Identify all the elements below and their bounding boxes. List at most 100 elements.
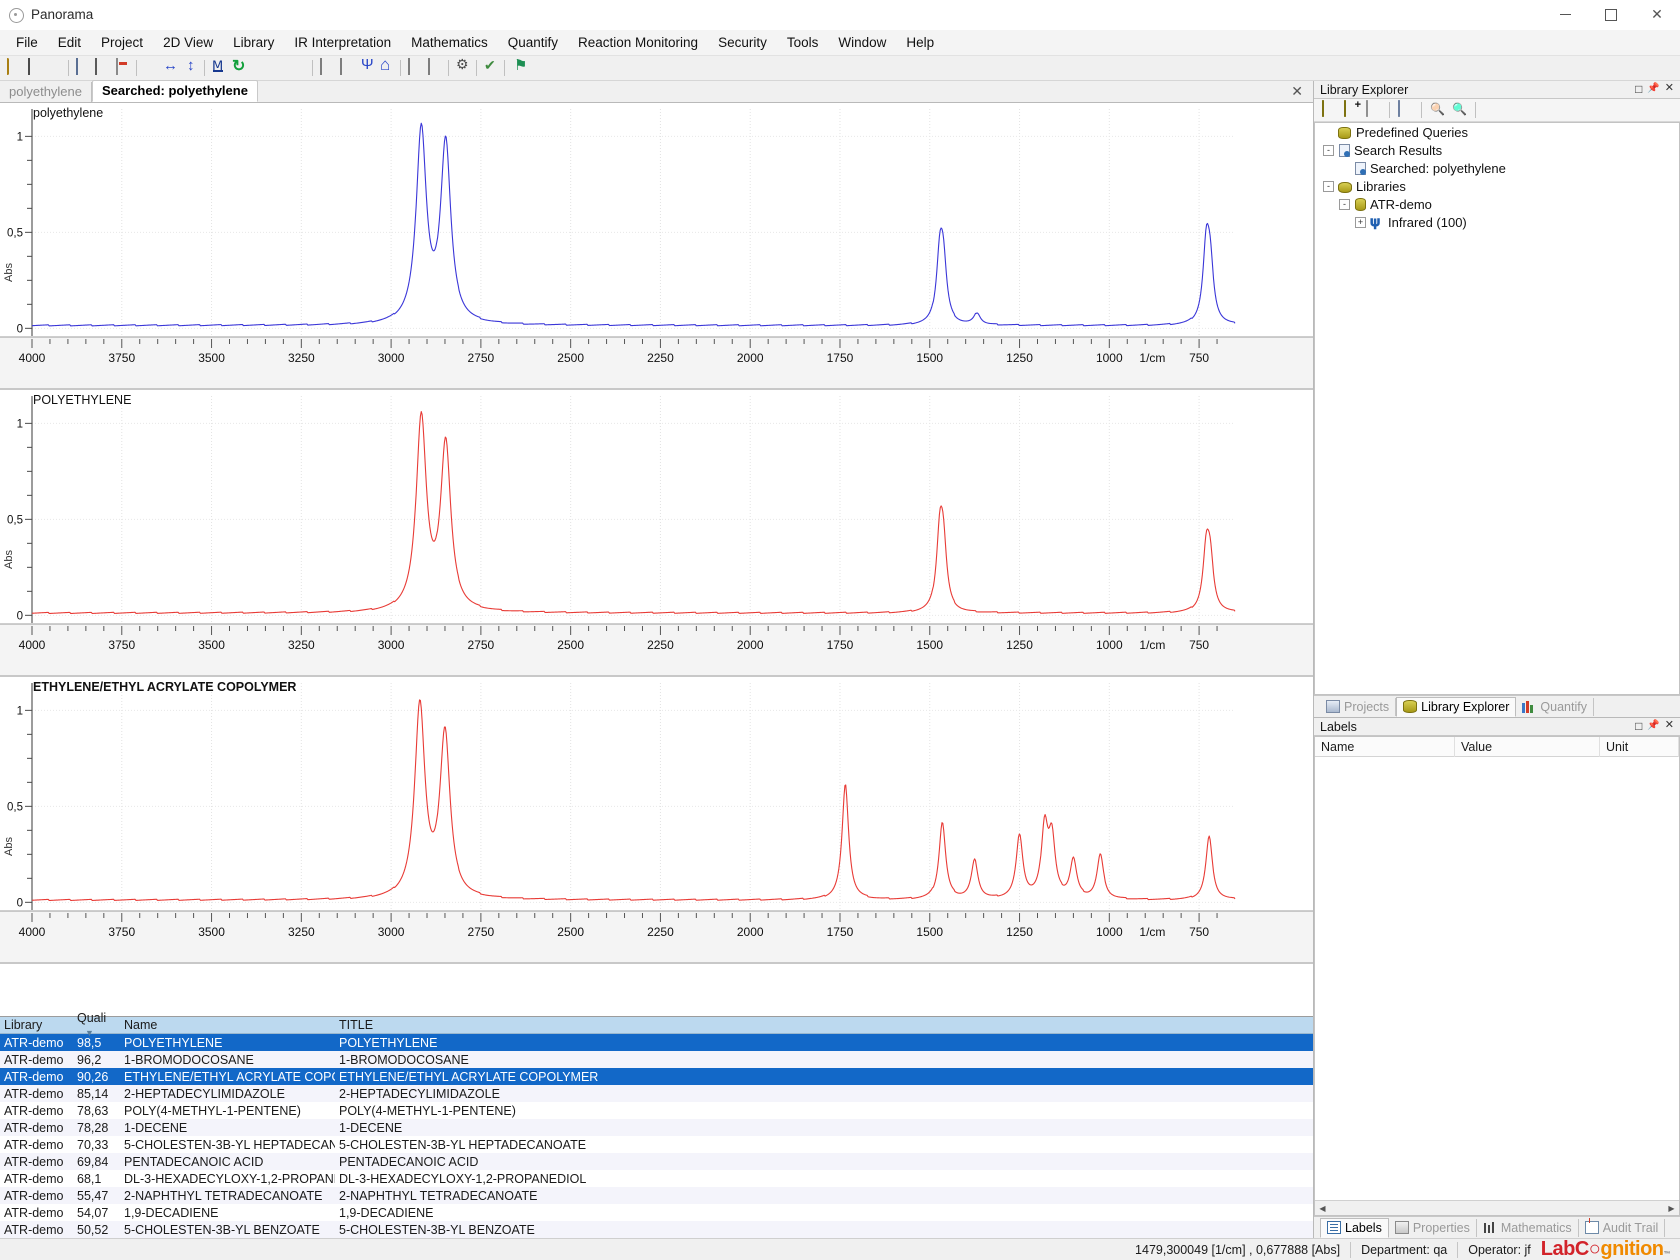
menu-item-security[interactable]: Security xyxy=(708,32,777,53)
menu-item-help[interactable]: Help xyxy=(896,32,944,53)
table-row[interactable]: ATR-demo78,63POLY(4-METHYL-1-PENTENE)POL… xyxy=(0,1102,1313,1119)
grid-2-icon[interactable] xyxy=(425,59,444,78)
maximize-button[interactable] xyxy=(1588,0,1634,30)
tree-item-atr-demo[interactable]: -ATR-demo xyxy=(1315,195,1679,213)
labels-horizontal-scrollbar[interactable]: ◀ ▶ xyxy=(1315,1200,1679,1215)
menu-item-library[interactable]: Library xyxy=(223,32,284,53)
minimize-button[interactable] xyxy=(1542,0,1588,30)
table-row[interactable]: ATR-demo96,21-BROMODOCOSANE1-BROMODOCOSA… xyxy=(0,1051,1313,1068)
remove-library-icon[interactable] xyxy=(1364,101,1383,120)
tree-expander-icon[interactable]: - xyxy=(1339,199,1350,210)
table-row[interactable]: ATR-demo55,472-NAPHTHYL TETRADECANOATE2-… xyxy=(0,1187,1313,1204)
print-preview-icon[interactable] xyxy=(73,59,92,78)
spectrum-compare-3-icon[interactable] xyxy=(289,59,308,78)
zoom-horizontal-icon[interactable] xyxy=(161,59,180,78)
grid-1-icon[interactable] xyxy=(405,59,424,78)
labels-restore-icon[interactable] xyxy=(1635,720,1642,733)
scroll-left-icon[interactable]: ◀ xyxy=(1315,1204,1330,1213)
tree-item-searched-polyethylene[interactable]: Searched: polyethylene xyxy=(1315,159,1679,177)
print-icon[interactable] xyxy=(93,59,112,78)
tree-expander-icon[interactable]: - xyxy=(1323,145,1334,156)
menu-item-project[interactable]: Project xyxy=(91,32,153,53)
tree-item-libraries[interactable]: -Libraries xyxy=(1315,177,1679,195)
search-library-icon[interactable] xyxy=(1428,101,1447,120)
psi-icon[interactable] xyxy=(357,59,376,78)
peak-pick-icon[interactable] xyxy=(209,59,228,78)
tree-item-infrared-100[interactable]: +Infrared (100) xyxy=(1315,213,1679,231)
validate-check-icon[interactable] xyxy=(481,59,500,78)
settings-gear-icon[interactable] xyxy=(453,59,472,78)
add-library-icon[interactable] xyxy=(1342,101,1361,120)
tree-item-search-results[interactable]: -Search Results xyxy=(1315,141,1679,159)
menu-item-quantify[interactable]: Quantify xyxy=(498,32,568,53)
tab-polyethylene[interactable]: polyethylene xyxy=(0,82,92,102)
column-header-title[interactable]: TITLE xyxy=(335,1018,1313,1032)
column-header-library[interactable]: Library xyxy=(0,1018,73,1032)
spectrum-3-plot[interactable]: 10,5040003750350032503000275025002250200… xyxy=(0,677,1313,964)
tab-properties[interactable]: Properties xyxy=(1389,1219,1477,1237)
layout-single-icon[interactable] xyxy=(317,59,336,78)
library-explorer-restore-icon[interactable] xyxy=(1635,83,1642,96)
tab-library-explorer[interactable]: Library Explorer xyxy=(1396,697,1516,717)
labels-column-unit[interactable]: Unit xyxy=(1600,737,1679,757)
tree-expander-icon[interactable]: - xyxy=(1323,181,1334,192)
table-row[interactable]: ATR-demo68,1DL-3-HEXADECYLOXY-1,2-PROPAN… xyxy=(0,1170,1313,1187)
table-row[interactable]: ATR-demo54,071,9-DECADIENE1,9-DECADIENE xyxy=(0,1204,1313,1221)
spectrum-compare-2-icon[interactable] xyxy=(269,59,288,78)
menu-item-edit[interactable]: Edit xyxy=(48,32,91,53)
flag-icon[interactable] xyxy=(509,59,528,78)
table-row[interactable]: ATR-demo69,84PENTADECANOIC ACIDPENTADECA… xyxy=(0,1153,1313,1170)
new-library-icon[interactable] xyxy=(1320,101,1339,120)
table-row[interactable]: ATR-demo98,5POLYETHYLENEPOLYETHYLENE xyxy=(0,1034,1313,1051)
labels-pin-icon[interactable] xyxy=(1647,720,1659,733)
labels-grid[interactable]: Name Value Unit ◀ ▶ xyxy=(1314,736,1680,1216)
open-file-icon[interactable] xyxy=(5,59,24,78)
menu-item-ir-interpretation[interactable]: IR Interpretation xyxy=(284,32,401,53)
recalculate-icon[interactable] xyxy=(229,59,248,78)
tab-projects[interactable]: Projects xyxy=(1320,698,1396,716)
spectrum-chart-2[interactable]: POLYETHYLENE Abs 10,50400037503500325030… xyxy=(0,390,1313,677)
labels-column-value[interactable]: Value xyxy=(1455,737,1600,757)
library-explorer-pin-icon[interactable] xyxy=(1647,83,1659,96)
tree-expander-icon[interactable]: + xyxy=(1355,217,1366,228)
home-view-icon[interactable] xyxy=(377,59,396,78)
menu-item-window[interactable]: Window xyxy=(828,32,896,53)
advanced-search-icon[interactable] xyxy=(1450,101,1469,120)
labels-close-icon[interactable] xyxy=(1665,720,1674,733)
menu-item-mathematics[interactable]: Mathematics xyxy=(401,32,498,53)
spectrum-compare-1-icon[interactable] xyxy=(249,59,268,78)
spectrum-chart-1[interactable]: polyethylene Abs 10,50400037503500325030… xyxy=(0,103,1313,390)
tab-searched-polyethylene[interactable]: Searched: polyethylene xyxy=(92,80,258,102)
table-row[interactable]: ATR-demo50,525-CHOLESTEN-3B-YL BENZOATE5… xyxy=(0,1221,1313,1238)
table-row[interactable]: ATR-demo70,335-CHOLESTEN-3B-YL HEPTADECA… xyxy=(0,1136,1313,1153)
close-button[interactable]: ✕ xyxy=(1634,0,1680,30)
spectrum-2-plot[interactable]: 10,5040003750350032503000275025002250200… xyxy=(0,390,1313,677)
table-row[interactable]: ATR-demo85,142-HEPTADECYLIMIDAZOLE2-HEPT… xyxy=(0,1085,1313,1102)
zoom-vertical-icon[interactable] xyxy=(181,59,200,78)
menu-item-reaction-monitoring[interactable]: Reaction Monitoring xyxy=(568,32,708,53)
scroll-right-icon[interactable]: ▶ xyxy=(1664,1204,1679,1213)
zoom-full-icon[interactable] xyxy=(141,59,160,78)
spectrum-chart-3[interactable]: ETHYLENE/ETHYL ACRYLATE COPOLYMER Abs 10… xyxy=(0,677,1313,964)
labels-column-name[interactable]: Name xyxy=(1315,737,1455,757)
tab-mathematics[interactable]: Mathematics xyxy=(1477,1219,1579,1237)
save-icon[interactable] xyxy=(25,59,44,78)
tab-labels[interactable]: Labels xyxy=(1320,1218,1389,1238)
menu-item-tools[interactable]: Tools xyxy=(777,32,829,53)
web-export-icon[interactable] xyxy=(45,59,64,78)
layout-stack-icon[interactable] xyxy=(337,59,356,78)
menu-item-file[interactable]: File xyxy=(6,32,48,53)
menu-item-2d-view[interactable]: 2D View xyxy=(153,32,223,53)
library-properties-icon[interactable] xyxy=(1396,101,1415,120)
export-pdf-icon[interactable] xyxy=(113,59,132,78)
table-row[interactable]: ATR-demo90,26ETHYLENE/ETHYL ACRYLATE COP… xyxy=(0,1068,1313,1085)
library-explorer-close-icon[interactable] xyxy=(1665,83,1674,96)
tab-audit-trail[interactable]: Audit Trail xyxy=(1579,1219,1666,1237)
tree-item-predefined-queries[interactable]: Predefined Queries xyxy=(1315,123,1679,141)
tab-quantify[interactable]: Quantify xyxy=(1516,698,1594,716)
table-row[interactable]: ATR-demo78,281-DECENE1-DECENE xyxy=(0,1119,1313,1136)
library-tree[interactable]: Predefined Queries-Search ResultsSearche… xyxy=(1314,122,1680,695)
close-tab-icon[interactable]: ✕ xyxy=(1291,83,1303,100)
spectrum-1-plot[interactable]: 10,5040003750350032503000275025002250200… xyxy=(0,103,1313,390)
column-header-name[interactable]: Name xyxy=(120,1018,335,1032)
